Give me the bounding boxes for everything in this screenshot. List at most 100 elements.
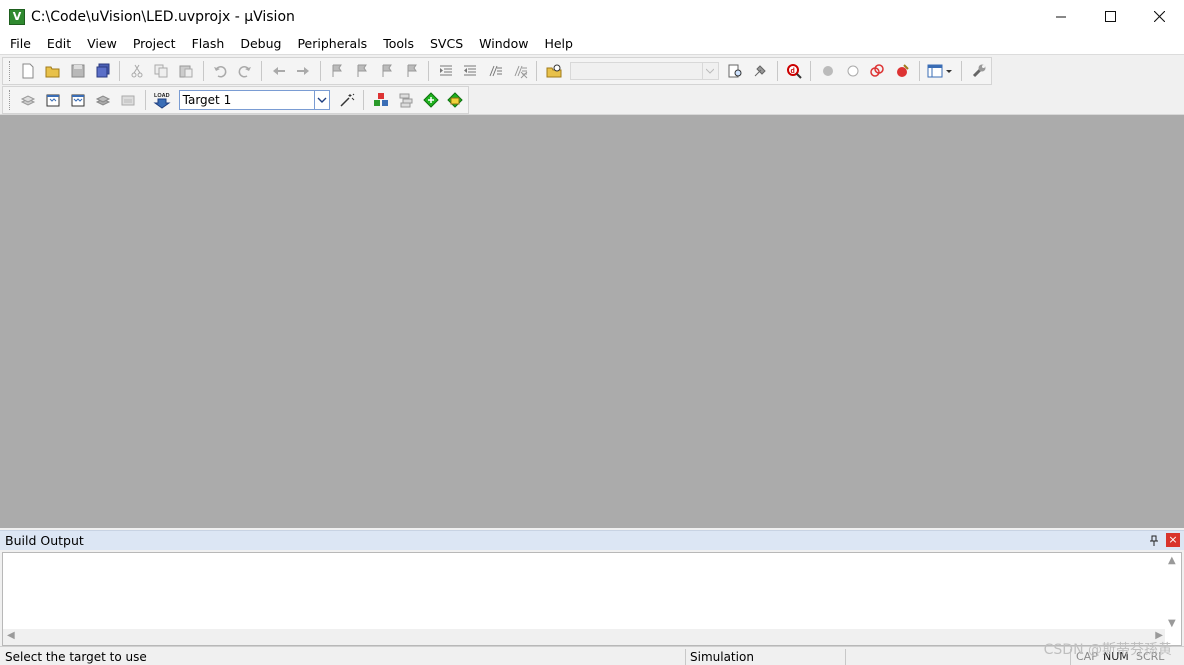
pin-icon[interactable] [1148, 534, 1160, 546]
target-select-value: Target 1 [182, 93, 232, 107]
menu-tools[interactable]: Tools [375, 33, 422, 55]
menu-svcs[interactable]: SVCS [422, 33, 471, 55]
horizontal-scrollbar[interactable]: ◀ ▶ [3, 629, 1165, 645]
manage-rte-button[interactable] [419, 89, 442, 111]
window-layout-dropdown[interactable] [925, 60, 957, 82]
close-panel-button[interactable]: × [1166, 533, 1180, 547]
options-for-target-button[interactable] [335, 89, 358, 111]
clear-bookmarks-button[interactable] [400, 60, 423, 82]
chevron-down-icon[interactable] [314, 91, 330, 109]
editor-workspace[interactable] [0, 115, 1184, 528]
menu-project[interactable]: Project [125, 33, 184, 55]
batch-build-button[interactable] [92, 89, 115, 111]
watermark: CSDN @斯蒂芬孫黄 [1043, 642, 1172, 658]
kill-breakpoints-button[interactable] [891, 60, 914, 82]
vertical-scrollbar[interactable]: ▲ ▼ [1165, 553, 1181, 629]
unindent-button[interactable] [459, 60, 482, 82]
load-download-icon: LOAD [153, 93, 171, 109]
menu-debug[interactable]: Debug [232, 33, 289, 55]
new-file-button[interactable] [17, 60, 40, 82]
scroll-down-icon[interactable]: ▼ [1168, 618, 1176, 629]
menu-file[interactable]: File [2, 33, 39, 55]
start-debug-button[interactable]: d [783, 60, 806, 82]
build-output-panel: Build Output × ▲ ▼ ◀ ▶ [0, 530, 1184, 646]
translate-button[interactable] [17, 89, 40, 111]
toolbar-separator [144, 90, 146, 110]
uncomment-icon [514, 65, 528, 79]
find-in-files-button[interactable] [542, 60, 565, 82]
manage-project-items-button[interactable] [369, 89, 392, 111]
next-bookmark-button[interactable] [375, 60, 398, 82]
scroll-left-icon[interactable]: ◀ [7, 630, 15, 641]
uvision-app-icon[interactable]: V [9, 8, 25, 25]
download-button[interactable]: LOAD [151, 89, 174, 111]
debug-magnifier-icon: d [786, 64, 802, 79]
incremental-find-button[interactable] [749, 60, 772, 82]
breakpoints-kill-icon [897, 64, 909, 77]
menu-window[interactable]: Window [471, 33, 536, 55]
new-file-icon [22, 63, 34, 79]
disable-breakpoints-button[interactable] [866, 60, 889, 82]
folder-search-icon [546, 64, 562, 78]
paste-button[interactable] [175, 60, 198, 82]
project-items-icon [373, 93, 388, 106]
cut-button[interactable] [125, 60, 148, 82]
menu-bar: File Edit View Project Flash Debug Perip… [0, 33, 1184, 55]
pack-installer-icon [447, 92, 464, 108]
find-tool-icon [754, 65, 766, 77]
rte-diamond-icon [422, 92, 439, 108]
enable-breakpoint-button[interactable] [841, 60, 864, 82]
maximize-button[interactable] [1086, 0, 1135, 33]
build-output-title: Build Output [5, 533, 84, 548]
magic-wand-icon [340, 93, 355, 107]
select-packs-button[interactable] [394, 89, 417, 111]
load-label: LOAD [154, 93, 170, 99]
comment-selection-button[interactable] [484, 60, 507, 82]
status-divider [845, 649, 846, 665]
navigate-backward-button[interactable] [267, 60, 290, 82]
undo-button[interactable] [209, 60, 232, 82]
indent-button[interactable] [434, 60, 457, 82]
find-combo[interactable] [570, 62, 719, 80]
find-button[interactable] [724, 60, 747, 82]
uncomment-selection-button[interactable] [509, 60, 532, 82]
toolbar-grip[interactable] [9, 90, 12, 110]
open-file-button[interactable] [42, 60, 65, 82]
configure-button[interactable] [967, 60, 990, 82]
menu-flash[interactable]: Flash [184, 33, 233, 55]
menu-edit[interactable]: Edit [39, 33, 79, 55]
build-output-text[interactable]: ▲ ▼ ◀ ▶ [2, 552, 1182, 646]
build-output-header: Build Output × [0, 530, 1184, 550]
maximize-icon [1105, 11, 1116, 22]
scroll-up-icon[interactable]: ▲ [1168, 555, 1176, 566]
minimize-button[interactable] [1037, 0, 1086, 33]
toolbar-separator [776, 61, 778, 81]
build-button[interactable] [42, 89, 65, 111]
open-folder-icon [45, 66, 60, 78]
toolbar-separator [202, 61, 204, 81]
pack-installer-button[interactable] [444, 89, 467, 111]
breakpoints-disable-icon [870, 64, 885, 77]
toolbar-grip[interactable] [9, 61, 12, 81]
menu-peripherals[interactable]: Peripherals [289, 33, 375, 55]
rebuild-button[interactable] [67, 89, 90, 111]
save-all-icon [96, 63, 110, 78]
menu-help[interactable]: Help [536, 33, 581, 55]
breakpoint-icon [822, 66, 833, 76]
toolbar-area: d LOAD Target 1 [0, 56, 1184, 115]
build-icon [46, 94, 60, 107]
menu-view[interactable]: View [79, 33, 125, 55]
previous-bookmark-button[interactable] [351, 60, 374, 82]
redo-button[interactable] [233, 60, 256, 82]
chevron-down-icon[interactable] [701, 63, 718, 79]
navigate-forward-button[interactable] [292, 60, 315, 82]
target-select[interactable]: Target 1 [178, 90, 331, 110]
stop-build-button[interactable] [117, 89, 140, 111]
close-window-button[interactable] [1135, 0, 1184, 33]
toggle-bookmark-button[interactable] [326, 60, 349, 82]
save-button[interactable] [67, 60, 90, 82]
copy-button[interactable] [150, 60, 173, 82]
insert-breakpoint-button[interactable] [816, 60, 839, 82]
save-all-button[interactable] [91, 60, 114, 82]
toolbar-separator [810, 61, 812, 81]
